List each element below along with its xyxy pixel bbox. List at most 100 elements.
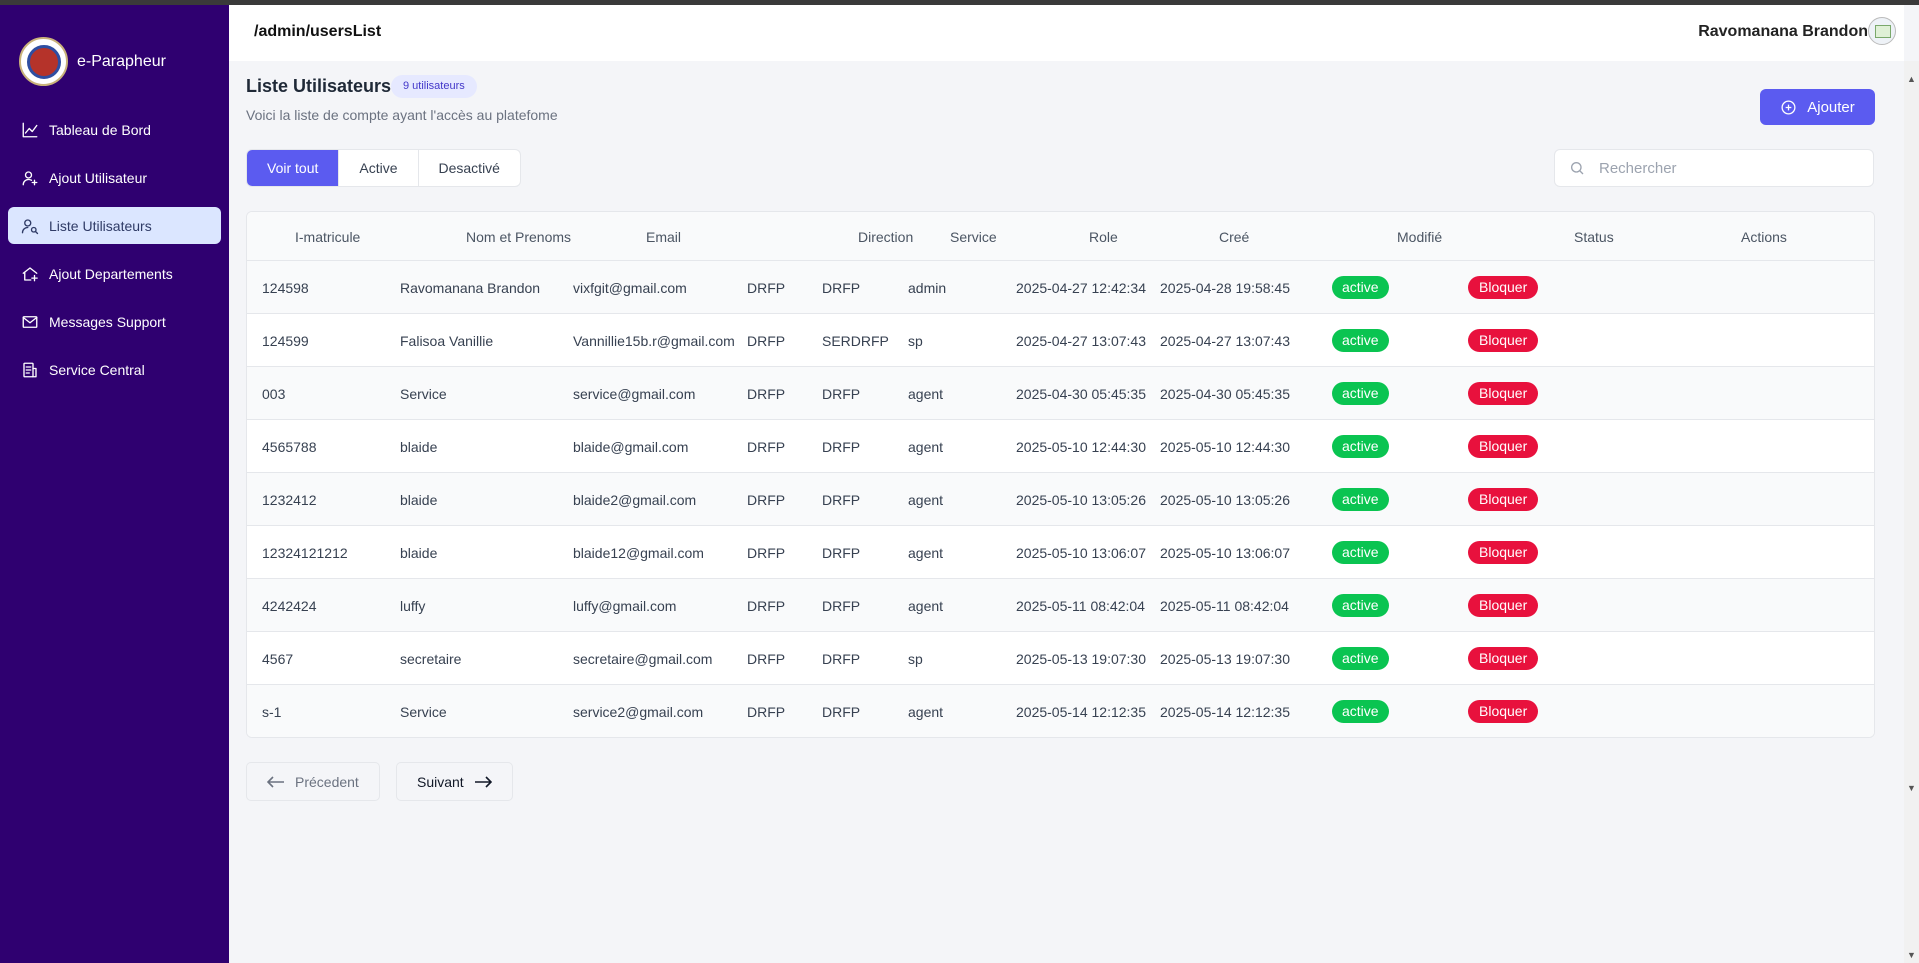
cell-service: DRFP xyxy=(822,492,861,508)
document-icon xyxy=(23,362,37,377)
table-row: 4567 secretaire secretaire@gmail.com DRFP DR… xyxy=(247,632,1874,685)
add-user-button[interactable]: Ajouter xyxy=(1760,89,1875,125)
cell-name: Service xyxy=(400,704,447,720)
cell-direction: DRFP xyxy=(747,439,786,455)
sidebar-item-label: Messages Support xyxy=(49,313,166,330)
scrollbar[interactable]: ▲ ▼ ▼ xyxy=(1904,61,1919,963)
block-user-button[interactable]: Bloquer xyxy=(1468,382,1539,405)
sidebar-item-ajout-departements[interactable]: Ajout Departements xyxy=(8,255,221,292)
cell-created: 2025-04-27 13:07:43 xyxy=(1016,333,1146,349)
sidebar-item-liste-utilisateurs[interactable]: Liste Utilisateurs xyxy=(8,207,221,244)
block-user-button[interactable]: Bloquer xyxy=(1468,700,1539,723)
cell-created: 2025-05-11 08:42:04 xyxy=(1016,598,1145,614)
block-user-button[interactable]: Bloquer xyxy=(1468,647,1539,670)
cell-role: agent xyxy=(908,704,944,720)
sidebar-item-ajout-utilisateur[interactable]: Ajout Utilisateur xyxy=(8,159,221,196)
cell-name: blaide xyxy=(400,439,438,455)
cell-matricule: 124599 xyxy=(262,333,309,349)
cell-role: agent xyxy=(908,492,944,508)
logo xyxy=(19,37,68,86)
cell-email: service@gmail.com xyxy=(573,386,696,402)
next-page-button[interactable]: Suivant xyxy=(396,762,513,801)
column-header: Email xyxy=(646,229,682,245)
cell-modified: 2025-05-10 13:05:26 xyxy=(1160,492,1290,508)
cell-role: agent xyxy=(908,598,944,614)
page-path: /admin/usersList xyxy=(254,23,382,40)
previous-label: Précedent xyxy=(295,773,359,790)
cell-service: DRFP xyxy=(822,598,861,614)
scroll-down-icon[interactable]: ▼ xyxy=(1904,948,1919,963)
brand[interactable]: e-Parapheur xyxy=(19,37,166,86)
next-label: Suivant xyxy=(417,773,464,790)
scroll-down-marker-icon: ▼ xyxy=(1907,783,1916,793)
column-header: Actions xyxy=(1741,229,1787,245)
sidebar-item-label: Tableau de Bord xyxy=(49,121,151,138)
sidebar-item-label: Liste Utilisateurs xyxy=(49,217,152,234)
user-add-icon xyxy=(22,170,38,185)
status-badge: active xyxy=(1332,329,1389,352)
block-user-button[interactable]: Bloquer xyxy=(1468,276,1539,299)
previous-page-button[interactable]: Précedent xyxy=(246,762,380,801)
cell-name: blaide xyxy=(400,545,438,561)
column-header: Status xyxy=(1574,229,1614,245)
cell-matricule: 1232412 xyxy=(262,492,317,508)
sidebar-item-tableau-de-bord[interactable]: Tableau de Bord xyxy=(8,111,221,148)
sidebar-item-service-central[interactable]: Service Central xyxy=(8,351,221,388)
cell-email: blaide12@gmail.com xyxy=(573,545,704,561)
status-badge: active xyxy=(1332,700,1389,723)
cell-modified: 2025-05-14 12:12:35 xyxy=(1160,704,1290,720)
cell-email: secretaire@gmail.com xyxy=(573,651,713,667)
add-button-label: Ajouter xyxy=(1807,98,1855,116)
cell-name: Ravomanana Brandon xyxy=(400,280,541,296)
table-body: 124598 Ravomanana Brandon vixfgit@gmail.co… xyxy=(247,261,1874,737)
cell-email: vixfgit@gmail.com xyxy=(573,280,687,296)
cell-modified: 2025-05-13 19:07:30 xyxy=(1160,651,1290,667)
cell-matricule: s-1 xyxy=(262,704,282,720)
column-header: Nom et Prenoms xyxy=(466,229,572,245)
filter-desactive[interactable]: Desactivé xyxy=(419,150,520,186)
search-input[interactable] xyxy=(1599,159,1859,177)
cell-email: blaide@gmail.com xyxy=(573,439,689,455)
cell-service: DRFP xyxy=(822,280,861,296)
cell-modified: 2025-05-11 08:42:04 xyxy=(1160,598,1289,614)
building-add-icon xyxy=(22,266,38,281)
cell-created: 2025-04-27 12:42:34 xyxy=(1016,280,1146,296)
cell-created: 2025-05-13 19:07:30 xyxy=(1016,651,1146,667)
status-badge: active xyxy=(1332,594,1389,617)
column-header: I-matricule xyxy=(295,229,361,245)
column-header: Modifié xyxy=(1397,229,1443,245)
cell-role: agent xyxy=(908,439,944,455)
sidebar-item-messages-support[interactable]: Messages Support xyxy=(8,303,221,340)
block-user-button[interactable]: Bloquer xyxy=(1468,329,1539,352)
avatar[interactable] xyxy=(1868,17,1896,45)
cell-direction: DRFP xyxy=(747,280,786,296)
column-header: Role xyxy=(1089,229,1118,245)
cell-name: Falisoa Vanillie xyxy=(400,333,494,349)
cell-matricule: 4242424 xyxy=(262,598,317,614)
cell-direction: DRFP xyxy=(747,492,786,508)
sidebar-nav: Tableau de Bord Ajout Utilisateur Liste … xyxy=(8,111,221,399)
block-user-button[interactable]: Bloquer xyxy=(1468,541,1539,564)
filter-active[interactable]: Active xyxy=(339,150,419,186)
cell-service: DRFP xyxy=(822,439,861,455)
cell-matricule: 4565788 xyxy=(262,439,317,455)
top-header: /admin/usersList Ravomanana Brandon xyxy=(229,5,1904,61)
sidebar-item-label: Ajout Departements xyxy=(49,265,173,282)
filter-voir-tout[interactable]: Voir tout xyxy=(247,150,340,186)
arrow-right-icon xyxy=(474,775,492,788)
table-row: 4242424 luffy luffy@gmail.com DRFP DRFP agent… xyxy=(247,579,1874,632)
cell-email: Vannillie15b.r@gmail.com xyxy=(573,333,735,349)
cell-direction: DRFP xyxy=(747,386,786,402)
scroll-up-icon[interactable]: ▲ xyxy=(1904,72,1919,87)
table-header: I-matricule Nom et Prenoms Email Directi… xyxy=(247,212,1874,261)
block-user-button[interactable]: Bloquer xyxy=(1468,594,1539,617)
block-user-button[interactable]: Bloquer xyxy=(1468,488,1539,511)
users-search-icon xyxy=(21,218,39,234)
cell-direction: DRFP xyxy=(747,333,786,349)
cell-created: 2025-05-14 12:12:35 xyxy=(1016,704,1146,720)
block-user-button[interactable]: Bloquer xyxy=(1468,435,1539,458)
cell-created: 2025-05-10 13:06:07 xyxy=(1016,545,1146,561)
filter-tabs: Voir tout Active Desactivé xyxy=(246,149,521,187)
user-name[interactable]: Ravomanana Brandon xyxy=(1698,23,1868,41)
status-badge: active xyxy=(1332,647,1389,670)
